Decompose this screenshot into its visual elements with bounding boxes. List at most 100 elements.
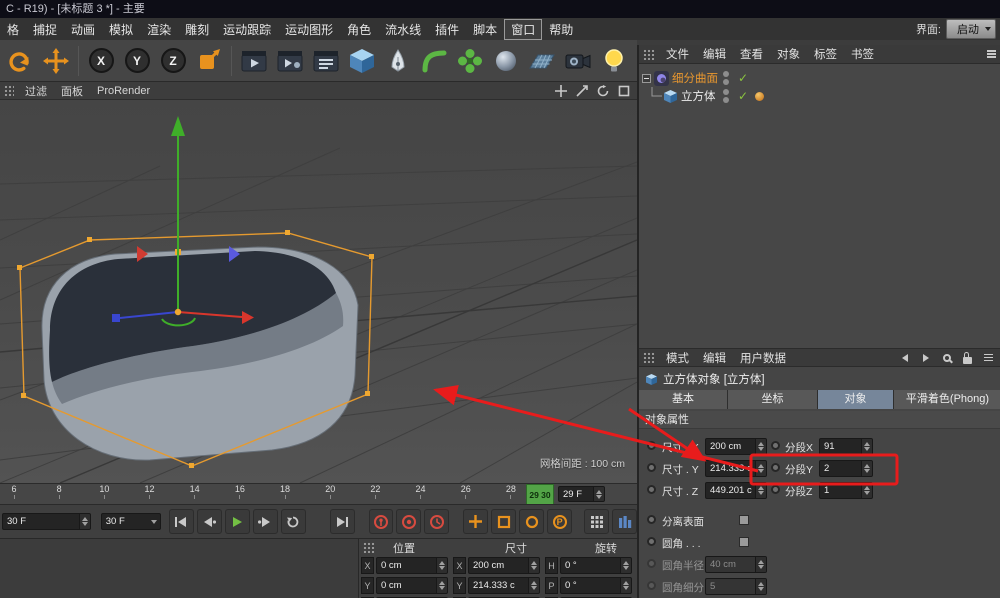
record-dot-icon[interactable]: [771, 441, 780, 450]
undo-button[interactable]: [3, 42, 37, 80]
am-menu-edit[interactable]: 编辑: [696, 350, 733, 366]
viewport-maximize-icon[interactable]: [616, 84, 631, 98]
previous-key-button[interactable]: [197, 509, 222, 534]
record-dot-icon[interactable]: [647, 485, 656, 494]
object-name[interactable]: 细分曲面: [672, 70, 718, 86]
timeline-layout-button[interactable]: [612, 509, 637, 534]
history-back-icon[interactable]: [897, 351, 912, 365]
enabled-check-icon[interactable]: ✓: [738, 71, 748, 85]
rot-p-field[interactable]: 0 °: [560, 577, 632, 594]
menu-item-window[interactable]: 窗口: [504, 19, 542, 40]
render-to-picture-button[interactable]: [273, 42, 307, 80]
play-button[interactable]: [225, 509, 250, 534]
record-parameter-toggle[interactable]: P: [547, 509, 572, 534]
goto-start-button[interactable]: [169, 509, 194, 534]
menu-item[interactable]: 模拟: [102, 19, 140, 40]
size-x-field-bottom[interactable]: 200 cm: [468, 557, 540, 574]
am-options-icon[interactable]: [981, 351, 996, 365]
record-position-toggle[interactable]: [463, 509, 488, 534]
render-settings-button[interactable]: [309, 42, 343, 80]
record-dot-icon[interactable]: [647, 441, 656, 450]
axis-z-lock-button[interactable]: Z: [156, 42, 190, 80]
size-x-input[interactable]: 200 cm: [705, 438, 767, 455]
coordinate-system-button[interactable]: [192, 42, 226, 80]
segments-x-input[interactable]: 91: [819, 438, 873, 455]
om-options-icon[interactable]: [987, 50, 996, 58]
segments-z-input[interactable]: 1: [819, 482, 873, 499]
record-keyframe-button[interactable]: [369, 509, 394, 534]
record-dot-icon[interactable]: [647, 463, 656, 472]
record-scale-toggle[interactable]: [491, 509, 516, 534]
pos-y-field[interactable]: 0 cm: [376, 577, 448, 594]
visibility-dots-icon[interactable]: [723, 89, 729, 103]
object-name[interactable]: 立方体: [681, 88, 716, 104]
simulate-button[interactable]: [489, 42, 523, 80]
viewport-rotate-icon[interactable]: [595, 84, 610, 98]
tab-phong[interactable]: 平滑着色(Phong): [894, 390, 1000, 409]
search-icon[interactable]: [939, 351, 954, 365]
floor-environment-button[interactable]: [525, 42, 559, 80]
menu-item[interactable]: 运动图形: [278, 19, 340, 40]
end-time-field[interactable]: 30 F: [2, 513, 91, 530]
rot-h-field[interactable]: 0 °: [560, 557, 632, 574]
keyframe-selection-button[interactable]: [424, 509, 449, 534]
segments-y-input[interactable]: 2: [819, 460, 873, 477]
menu-item[interactable]: 捕捉: [26, 19, 64, 40]
am-menu-mode[interactable]: 模式: [659, 350, 696, 366]
menu-item[interactable]: 插件: [428, 19, 466, 40]
object-row-subdivision[interactable]: 细分曲面 ✓: [639, 69, 1000, 87]
add-cube-button[interactable]: [345, 42, 379, 80]
menu-item[interactable]: 角色: [340, 19, 378, 40]
om-menu-view[interactable]: 查看: [733, 46, 770, 62]
goto-end-button[interactable]: [330, 509, 355, 534]
mograph-button[interactable]: [453, 42, 487, 80]
phong-tag-icon[interactable]: [755, 92, 764, 101]
am-menu-userdata[interactable]: 用户数据: [733, 350, 793, 366]
viewport-pan-icon[interactable]: [553, 84, 568, 98]
separate-surfaces-checkbox[interactable]: [739, 515, 749, 525]
viewport[interactable]: 网格间距 : 100 cm: [0, 100, 637, 483]
record-dot-icon[interactable]: [771, 485, 780, 494]
expand-collapse-icon[interactable]: [642, 74, 651, 83]
keyframe-presets-button[interactable]: [584, 509, 609, 534]
viewport-canvas[interactable]: [0, 100, 637, 483]
loop-playback-button[interactable]: [281, 509, 306, 534]
record-rotation-toggle[interactable]: [519, 509, 544, 534]
om-menu-object[interactable]: 对象: [770, 46, 807, 62]
lock-icon[interactable]: [960, 351, 975, 365]
menu-item[interactable]: 流水线: [378, 19, 428, 40]
fillet-checkbox[interactable]: [739, 537, 749, 547]
menu-item[interactable]: 格: [0, 19, 26, 40]
camera-button[interactable]: [561, 42, 595, 80]
history-forward-icon[interactable]: [918, 351, 933, 365]
object-row-cube[interactable]: 立方体 ✓: [639, 87, 1000, 105]
deformer-bend-button[interactable]: [417, 42, 451, 80]
om-menu-tags[interactable]: 标签: [807, 46, 844, 62]
record-dot-icon[interactable]: [771, 463, 780, 472]
light-button[interactable]: [597, 42, 631, 80]
size-y-input[interactable]: 214.333 c: [705, 460, 767, 477]
menu-item[interactable]: 雕刻: [178, 19, 216, 40]
tab-coordinates[interactable]: 坐标: [728, 390, 817, 409]
next-key-button[interactable]: [253, 509, 278, 534]
viewport-zoom-icon[interactable]: [574, 84, 589, 98]
move-tool-button[interactable]: [39, 42, 73, 80]
enabled-check-icon[interactable]: ✓: [738, 89, 748, 103]
om-menu-bookmarks[interactable]: 书签: [844, 46, 881, 62]
om-menu-edit[interactable]: 编辑: [696, 46, 733, 62]
interface-layout-dropdown[interactable]: 启动: [946, 19, 996, 39]
record-dot-icon[interactable]: [647, 537, 656, 546]
size-y-field-bottom[interactable]: 214.333 c: [468, 577, 540, 594]
axis-x-lock-button[interactable]: X: [84, 42, 118, 80]
timeline-ruler[interactable]: 6 8 10 12 14 16 18 20 22 24 26 28 29 30 …: [0, 483, 637, 504]
visibility-dots-icon[interactable]: [723, 71, 729, 85]
object-manager[interactable]: 细分曲面 ✓ 立方体 ✓: [639, 64, 1000, 348]
menu-item[interactable]: 动画: [64, 19, 102, 40]
range-preset-dropdown[interactable]: 30 F: [101, 513, 161, 530]
menu-item[interactable]: 帮助: [542, 19, 580, 40]
menu-item[interactable]: 脚本: [466, 19, 504, 40]
tab-object[interactable]: 对象: [818, 390, 893, 409]
om-menu-file[interactable]: 文件: [659, 46, 696, 62]
viewport-menu-filter[interactable]: 过滤: [18, 83, 54, 99]
autokey-button[interactable]: [396, 509, 421, 534]
